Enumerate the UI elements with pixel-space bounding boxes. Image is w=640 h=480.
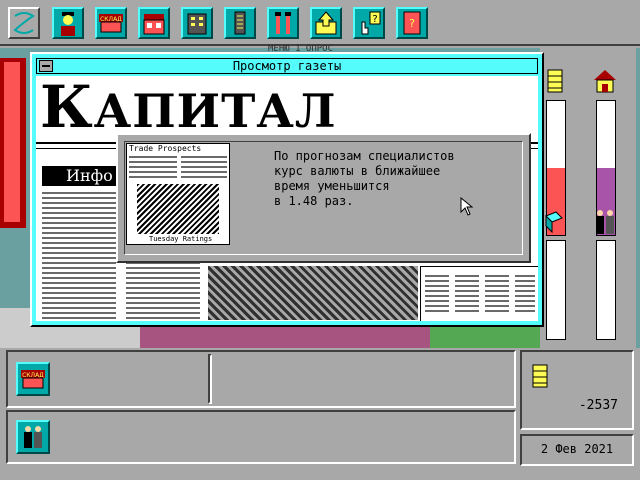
shop-icon [143, 14, 165, 35]
current-date: 2 Фев 2021 [540, 442, 614, 456]
export-icon [315, 11, 337, 35]
office-button[interactable] [181, 7, 213, 39]
mouse-cursor-icon [460, 197, 474, 216]
warehouse-icon: СКЛАД [99, 14, 123, 33]
thumb-text-2 [181, 156, 227, 180]
partners-panel [6, 410, 516, 464]
skyscraper-button[interactable] [224, 7, 256, 39]
thumbnail-photo [137, 184, 219, 234]
tools-button[interactable] [267, 7, 299, 39]
tools-icon [275, 12, 291, 34]
forecast-message: По прогнозам специалистов курс валюты в … [274, 149, 455, 208]
gauges-panel [540, 48, 636, 348]
window-menu-button[interactable] [39, 60, 53, 72]
boss-button[interactable] [52, 7, 84, 39]
rates-col-3 [485, 275, 509, 315]
thumb-text-1 [129, 156, 177, 180]
thumbnail-title: Trade Prospects [129, 144, 202, 153]
help-button[interactable]: ? [353, 7, 385, 39]
masthead-initial: К [40, 76, 94, 141]
boss-portrait-icon [61, 12, 75, 36]
rates-table [420, 266, 538, 321]
notebook-icon: ? [403, 11, 421, 35]
staff-gauge [596, 240, 616, 340]
shop-button[interactable] [138, 7, 170, 39]
house-icon [594, 70, 616, 93]
article-column-1 [42, 192, 116, 321]
office-building-icon [187, 13, 207, 35]
help-icon: ? [361, 11, 381, 35]
masthead-rest: АПИТАЛ [93, 84, 337, 138]
news-thumbnail: Trade Prospects Tuesday Ratings [126, 143, 230, 245]
svg-text:?: ? [409, 17, 415, 30]
warehouse-icon: СКЛАД [21, 370, 45, 389]
partners-icon [24, 426, 42, 448]
export-button[interactable] [310, 7, 342, 39]
status-area: СКЛАД -2537 2 Фев 2021 [0, 348, 640, 480]
warehouse-panel-button[interactable]: СКЛАД [16, 362, 50, 396]
coins-icon [547, 69, 563, 93]
thumbnail-caption: Tuesday Ratings [149, 235, 213, 243]
window-titlebar[interactable]: Просмотр газеты [36, 58, 538, 74]
skyscraper-icon [234, 11, 246, 35]
warehouse-panel: СКЛАД [6, 350, 516, 408]
coins-icon [532, 364, 548, 388]
rates-col-1 [425, 275, 449, 315]
mode-button[interactable] [8, 7, 40, 39]
stock-gauge [546, 240, 566, 340]
partners-icon [596, 210, 614, 234]
window-title: Просмотр газеты [232, 59, 342, 73]
partners-button[interactable] [16, 420, 50, 454]
panel-divider [208, 354, 212, 404]
forecast-popup[interactable]: Trade Prospects Tuesday Ratings По прогн… [116, 133, 531, 263]
balance-value: -2537 [578, 398, 618, 413]
article-photo [208, 266, 418, 320]
mode-icon [13, 12, 35, 34]
svg-text:?: ? [372, 14, 377, 25]
rates-col-2 [455, 275, 479, 315]
toolbar: СКЛАД ? ? МЕНЮ 1 ОПРОС [0, 0, 640, 54]
balance-panel: -2537 [520, 350, 634, 430]
rates-col-4 [515, 275, 535, 315]
cube-icon [545, 211, 563, 234]
notebook-button[interactable]: ? [396, 7, 428, 39]
warehouse-button[interactable]: СКЛАД [95, 7, 127, 39]
date-panel: 2 Фев 2021 [520, 434, 634, 466]
